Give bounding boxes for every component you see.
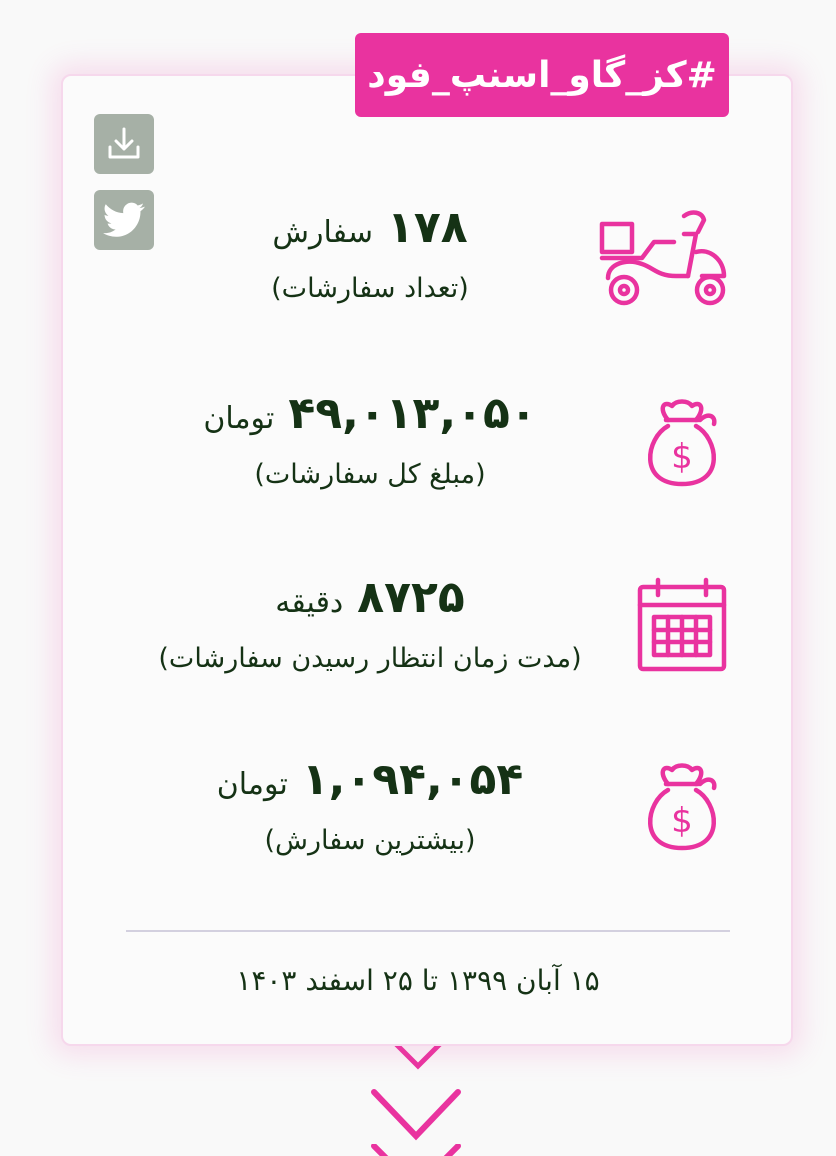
money-bag-icon: $ (648, 763, 717, 851)
date-range: ۱۵ آبان ۱۳۹۹ تا ۲۵ اسفند ۱۴۰۳ (236, 964, 600, 997)
stat-largest-order: ۱,۰۹۴,۰۵۴تومان (بیشترین سفارش) (100, 758, 640, 861)
stat-value: ۱۷۸ (386, 202, 468, 253)
stat-label: (بیشترین سفارش) (264, 825, 476, 856)
stat-value: ۸۷۲۵ (357, 572, 465, 623)
stat-unit: دقیقه (275, 585, 344, 620)
stat-unit: تومان (216, 767, 288, 802)
download-icon (108, 127, 140, 159)
chevron-down-icon (371, 1144, 461, 1156)
stat-orders-count: ۱۷۸سفارش (تعداد سفارشات) (100, 206, 640, 309)
stat-total-amount: ۴۹,۰۱۳,۰۵۰تومان (مبلغ کل سفارشات) (100, 392, 640, 495)
stat-label: (تعداد سفارشات) (271, 273, 469, 304)
stat-label: (مبلغ کل سفارشات) (254, 459, 486, 490)
download-button[interactable] (94, 114, 154, 174)
stat-wait-time: ۸۷۲۵دقیقه (مدت زمان انتظار رسیدن سفارشات… (100, 576, 640, 679)
stat-value: ۴۹,۰۱۳,۰۵۰ (288, 388, 537, 439)
money-bag-icon: $ (648, 399, 717, 487)
divider (126, 930, 730, 932)
chevron-down-icon[interactable] (368, 1086, 464, 1144)
hashtag-badge: #کز_گاو_اسنپ_فود (355, 33, 729, 117)
twitter-share-button[interactable] (94, 190, 154, 250)
twitter-icon (103, 202, 145, 237)
svg-text:$: $ (671, 437, 693, 477)
stat-unit: تومان (203, 401, 275, 436)
stat-value: ۱,۰۹۴,۰۵۴ (301, 754, 524, 805)
calendar-icon (637, 577, 727, 672)
stat-label: (مدت زمان انتظار رسیدن سفارشات) (158, 643, 582, 674)
svg-text:$: $ (671, 801, 693, 841)
stat-unit: سفارش (272, 215, 373, 250)
